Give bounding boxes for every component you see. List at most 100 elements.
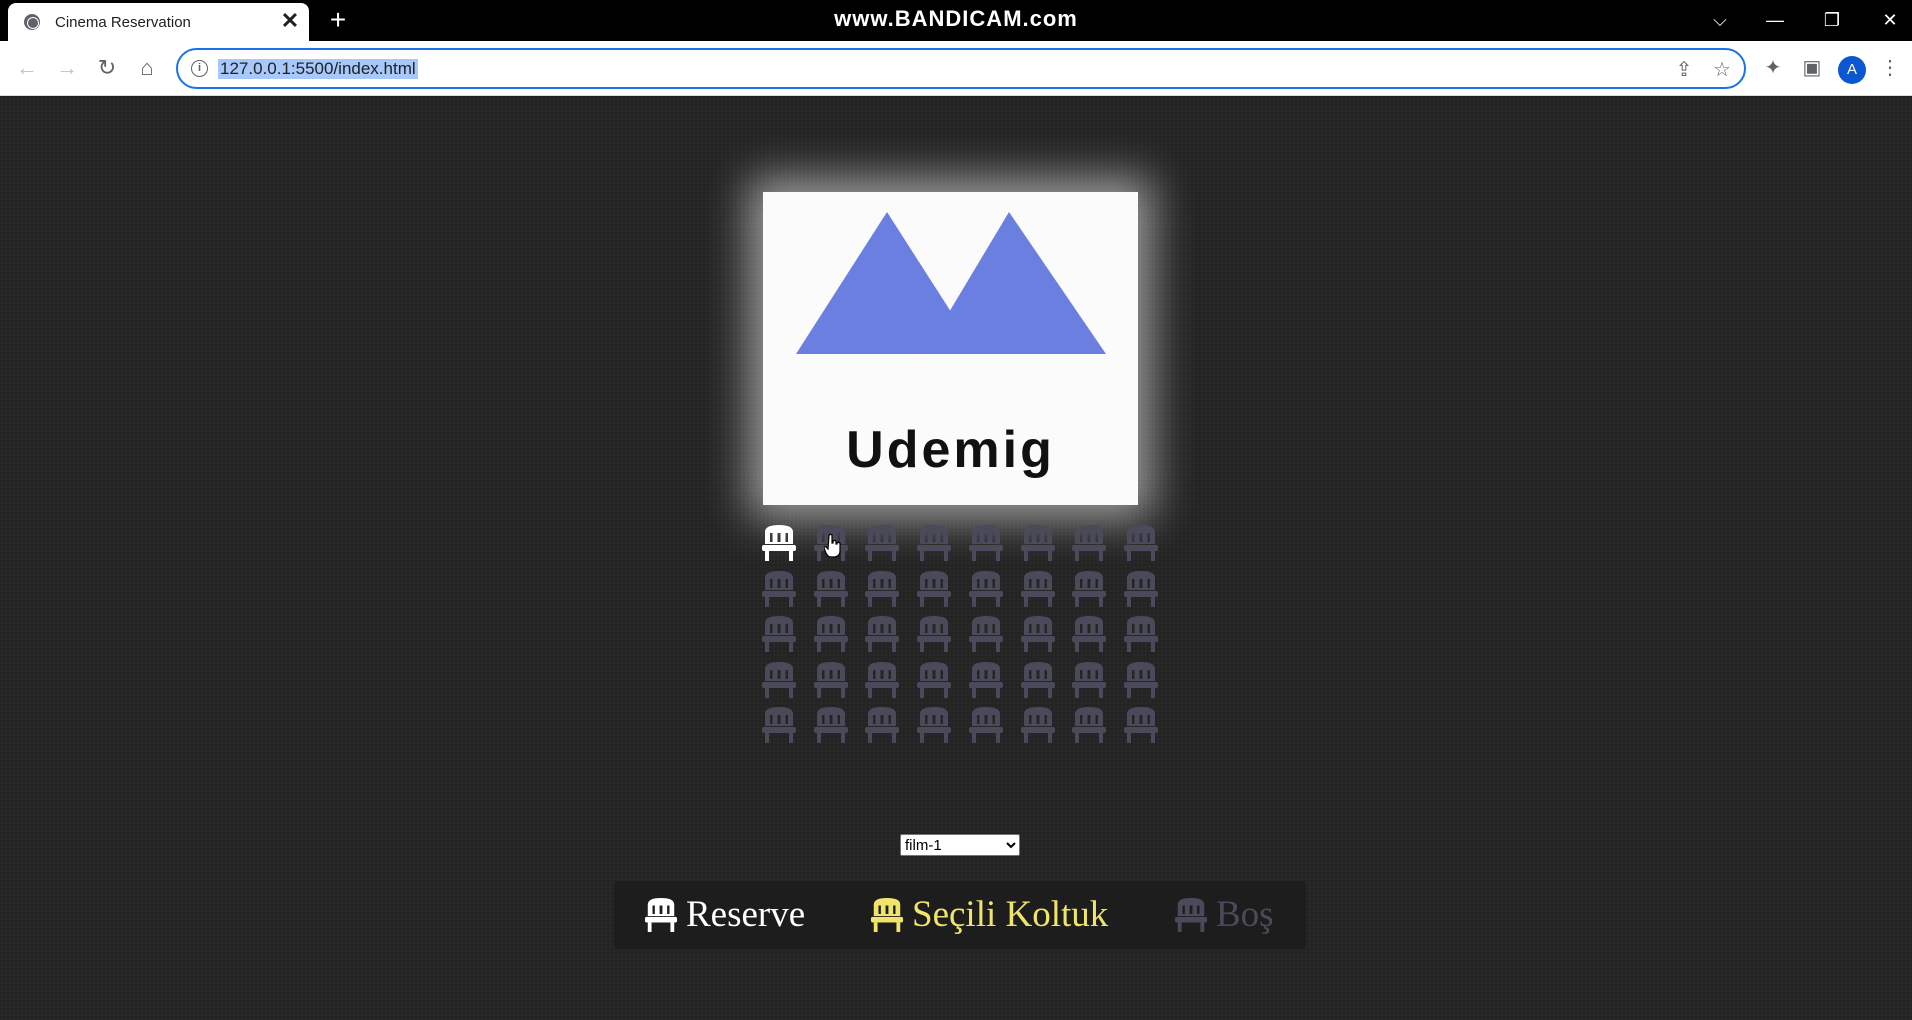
forward-icon[interactable]: → [52,53,82,83]
recording-watermark: www.BANDICAM.com [834,6,1078,31]
seat-empty[interactable] [1020,615,1056,653]
seat-icon [969,525,1003,561]
seat-icon [917,707,951,743]
seat-icon [1021,525,1055,561]
seat-empty[interactable] [1123,706,1159,744]
logo-icon [796,212,1106,354]
seat-icon [969,616,1003,652]
seat-empty[interactable] [968,570,1004,608]
seat-empty[interactable] [1020,706,1056,744]
seat-empty[interactable] [1020,661,1056,699]
restore-icon[interactable]: ❐ [1817,6,1847,34]
seat-icon [814,571,848,607]
seat-icon [1021,571,1055,607]
browser-titlebar: Cinema Reservation ✕ + www.BANDICAM.com … [0,0,1912,41]
seat-empty[interactable] [968,524,1004,562]
site-info-icon[interactable]: i [191,60,208,77]
seat-grid [761,524,1161,794]
tab-search-icon[interactable]: ⌵ [1705,6,1735,34]
back-icon[interactable]: ← [12,53,42,83]
seat-icon [762,616,796,652]
seat-reserved[interactable] [761,524,797,562]
seat-icon [762,525,796,561]
minimize-icon[interactable]: — [1760,6,1790,34]
seat-empty[interactable] [1071,524,1107,562]
seat-empty[interactable] [813,615,849,653]
seat-empty[interactable] [968,661,1004,699]
seat-empty[interactable] [1123,615,1159,653]
seat-icon [1072,525,1106,561]
seat-icon [762,571,796,607]
seat-empty[interactable] [916,661,952,699]
legend-reserved-label: Reserve [686,894,806,935]
seat-empty[interactable] [968,615,1004,653]
seat-empty[interactable] [1123,570,1159,608]
seat-icon [814,616,848,652]
seat-icon [969,707,1003,743]
seat-empty[interactable] [813,661,849,699]
legend-selected-label: Seçili Koltuk [912,894,1109,935]
share-icon[interactable]: ⇪ [1672,58,1696,82]
seat-icon [1124,707,1158,743]
seat-icon [1072,571,1106,607]
seat-empty[interactable] [968,706,1004,744]
legend-empty-label: Boş [1216,894,1274,935]
seat-empty[interactable] [916,524,952,562]
movie-select[interactable]: film-1 [900,834,1020,856]
address-bar[interactable]: i 127.0.0.1:5500/index.html ⇪ ☆ [176,48,1746,89]
seat-empty[interactable] [864,615,900,653]
seat-empty[interactable] [761,615,797,653]
seat-empty[interactable] [813,570,849,608]
seat-empty[interactable] [1071,615,1107,653]
seat-icon [1072,616,1106,652]
side-panel-icon[interactable]: ▣ [1798,54,1826,82]
logo-triangle-right [924,212,1106,354]
seat-icon [762,707,796,743]
seat-empty[interactable] [761,661,797,699]
seat-icon [1021,662,1055,698]
seat-empty[interactable] [761,570,797,608]
profile-avatar[interactable]: A [1838,56,1866,84]
seat-empty[interactable] [1071,706,1107,744]
seat-icon [1124,662,1158,698]
seat-icon [814,662,848,698]
seat-icon [865,662,899,698]
seat-empty[interactable] [761,706,797,744]
reload-icon[interactable]: ↻ [92,53,122,83]
seat-icon [1124,616,1158,652]
seat-empty[interactable] [916,615,952,653]
home-icon[interactable]: ⌂ [132,53,162,83]
seat-icon [969,662,1003,698]
seat-empty[interactable] [916,706,952,744]
seat-empty[interactable] [1020,524,1056,562]
seat-icon [865,707,899,743]
seat-empty[interactable] [864,661,900,699]
menu-kebab-icon[interactable]: ⋮ [1876,54,1904,82]
seat-icon [1072,707,1106,743]
seat-empty[interactable] [1071,661,1107,699]
extensions-icon[interactable]: ✦ [1759,54,1787,82]
cinema-screen: Udemig [763,192,1138,505]
seat-empty[interactable] [864,570,900,608]
seat-icon [917,571,951,607]
close-window-icon[interactable]: ✕ [1875,6,1905,34]
seat-empty[interactable] [1020,570,1056,608]
seat-icon [865,525,899,561]
seat-icon [1021,616,1055,652]
seat-icon [917,616,951,652]
seat-empty[interactable] [864,524,900,562]
seat-icon [917,662,951,698]
seat-icon [1124,525,1158,561]
seat-empty[interactable] [1123,661,1159,699]
seat-empty[interactable] [916,570,952,608]
reserved-seat-icon [644,898,678,932]
seat-empty[interactable] [1071,570,1107,608]
seat-empty[interactable] [813,706,849,744]
seat-empty[interactable] [864,706,900,744]
hand-cursor-icon [824,534,841,558]
bookmark-star-icon[interactable]: ☆ [1710,58,1734,82]
url-text[interactable]: 127.0.0.1:5500/index.html [218,59,418,79]
seat-icon [969,571,1003,607]
seat-empty[interactable] [1123,524,1159,562]
empty-seat-icon [1174,898,1208,932]
